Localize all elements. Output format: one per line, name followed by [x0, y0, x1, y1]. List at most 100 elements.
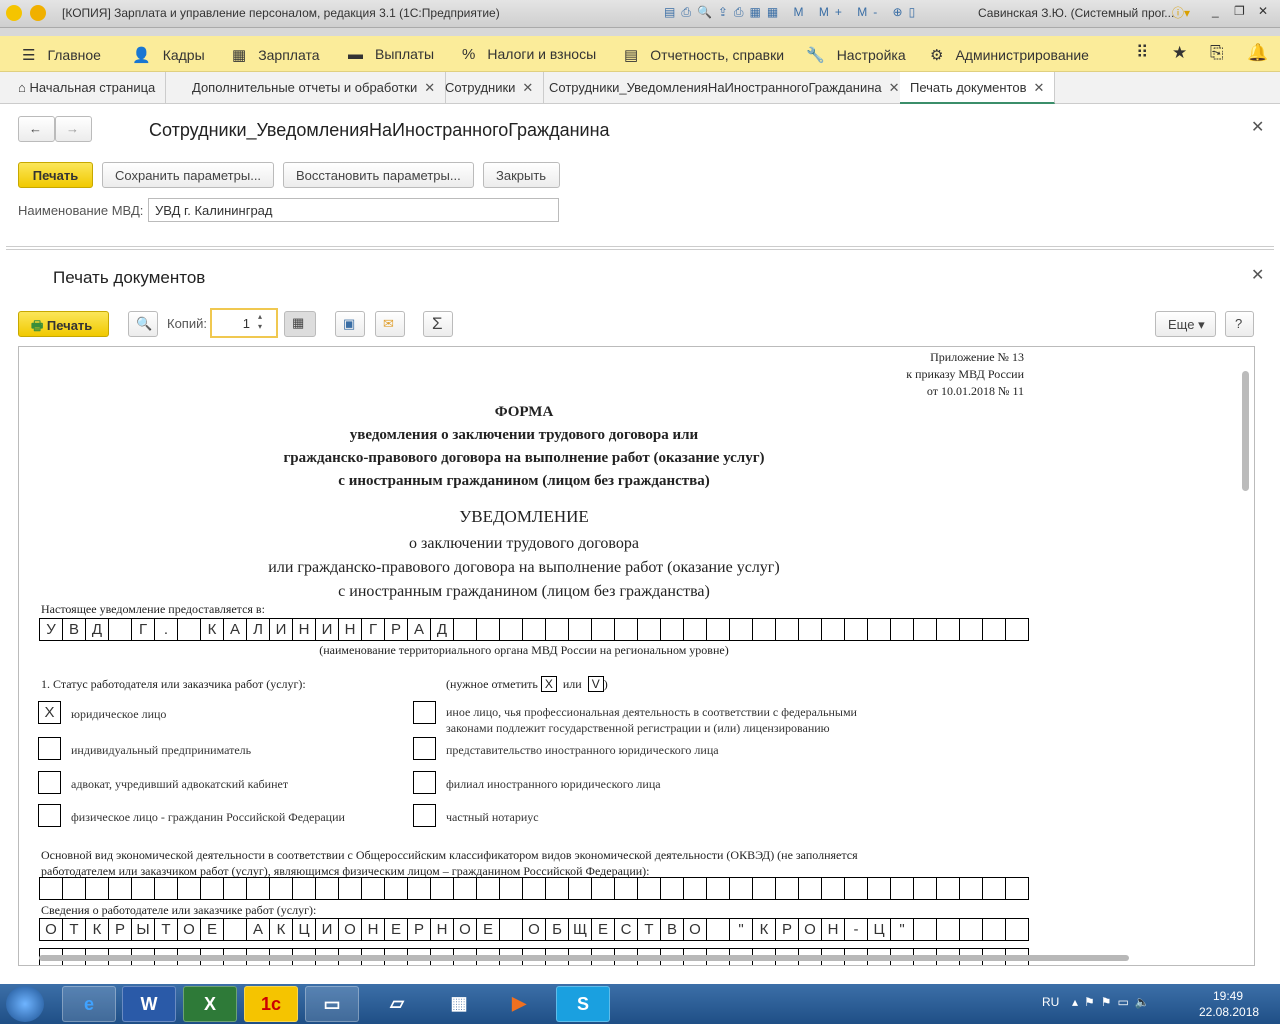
save-button[interactable]: ▣ [335, 311, 365, 337]
tab-print-documents[interactable]: Печать документов ✕ [900, 72, 1056, 104]
checkbox-branch[interactable] [413, 771, 436, 794]
menu-main[interactable]: ☰ Главное [22, 46, 101, 64]
form-cell [937, 918, 960, 941]
notepad-icon[interactable]: ▱ [370, 986, 424, 1022]
checkbox-other-person[interactable] [413, 701, 436, 724]
form-cell [132, 877, 155, 900]
form-cell: И [316, 618, 339, 641]
form-cell: Е [201, 918, 224, 941]
menu-payments[interactable]: ▬ Выплаты [348, 46, 434, 63]
1c-icon[interactable]: 1c [244, 986, 298, 1022]
restore-params-button[interactable]: Восстановить параметры... [283, 162, 474, 188]
copies-input[interactable]: 1 [210, 308, 278, 338]
form-cell [63, 877, 86, 900]
forward-button[interactable]: → [55, 116, 92, 142]
form-cell [684, 877, 707, 900]
calculator-app-icon[interactable]: ▦ [432, 986, 486, 1022]
print-button[interactable]: Печать [18, 162, 93, 188]
tray-icons[interactable]: ▴⚑⚑▭🔈 [1072, 995, 1156, 1009]
menu-admin[interactable]: ⚙ Администрирование [930, 46, 1089, 64]
print-panel-title: Печать документов [53, 268, 206, 287]
back-button[interactable]: ← [18, 116, 55, 142]
close-icon[interactable]: ✕ [522, 80, 533, 95]
edit-table-icon: ▦ [292, 315, 305, 330]
mvd-input[interactable]: УВД г. Калининград [148, 198, 559, 222]
menu-settings[interactable]: 🔧 Настройка [806, 46, 906, 64]
checkbox-notary[interactable] [413, 804, 436, 827]
clock-date[interactable]: 22.08.2018 [1199, 1005, 1259, 1019]
bell-icon[interactable]: 🔔 [1247, 43, 1268, 63]
form-cell: О [684, 918, 707, 941]
envelope-icon: ✉ [383, 316, 394, 331]
word-icon[interactable]: W [122, 986, 176, 1022]
tab-employees[interactable]: Сотрудники ✕ [435, 72, 545, 104]
floppy-icon: ▣ [343, 316, 356, 331]
close-button[interactable]: Закрыть [483, 162, 560, 188]
menu-reports[interactable]: ▤ Отчетность, справки [624, 46, 784, 64]
explorer-icon[interactable]: ▭ [305, 986, 359, 1022]
close-icon[interactable]: ✕ [424, 80, 435, 95]
menu-salary[interactable]: ▦ Зарплата [232, 46, 320, 64]
vertical-scrollbar[interactable] [1242, 371, 1249, 491]
form-cell: К [753, 918, 776, 941]
start-button[interactable] [6, 986, 44, 1022]
close-form-icon[interactable]: ✕ [1251, 117, 1264, 137]
checkbox-lawyer[interactable] [38, 771, 61, 794]
form-cell [569, 618, 592, 641]
form-cell: Д [431, 618, 454, 641]
gear-icon: ⚙ [930, 47, 944, 64]
toolbar-icons[interactable]: ▤⎙🔍⇪⎙▦▦ M M+ M- ⊕▯ [664, 5, 921, 20]
form-cell: " [891, 918, 914, 941]
form-cell [546, 877, 569, 900]
splitter[interactable] [6, 246, 1274, 250]
excel-icon[interactable]: X [183, 986, 237, 1022]
horizontal-scrollbar[interactable] [39, 955, 1129, 961]
subtitle-line: с иностранным гражданином (лицом без гра… [338, 583, 710, 600]
copies-stepper[interactable]: ▴ ▾ [258, 312, 262, 332]
clock-time[interactable]: 19:49 [1213, 989, 1243, 1003]
checkbox-legal-entity[interactable]: X [38, 701, 61, 724]
print-doc-button[interactable]: 🖶 Печать [18, 311, 109, 337]
user-name[interactable]: Савинская З.Ю. (Системный прог... [978, 6, 1174, 20]
form-cell [1006, 618, 1029, 641]
restore-icon[interactable]: ❐ [1234, 4, 1245, 18]
tab-additional-reports[interactable]: Дополнительные отчеты и обработки ✕ [182, 72, 447, 104]
form-cell: К [86, 918, 109, 941]
checkbox-entrepreneur[interactable] [38, 737, 61, 760]
dropdown-menu-icon[interactable] [30, 5, 46, 21]
media-icon[interactable]: ▶ [492, 986, 546, 1022]
submitted-to-caption: (наименование территориального органа МВ… [319, 643, 729, 657]
form-cell: Н [822, 918, 845, 941]
home-icon: ⌂ [18, 80, 30, 95]
ie-icon[interactable]: e [62, 986, 116, 1022]
document-preview[interactable]: Приложение № 13 к приказу МВД России от … [18, 346, 1255, 966]
menu-staff[interactable]: 👤 Кадры [132, 46, 205, 64]
close-window-icon[interactable]: ✕ [1258, 4, 1268, 18]
tab-home[interactable]: ⌂ Начальная страница [8, 72, 167, 104]
skype-icon[interactable]: S [556, 986, 610, 1022]
percent-icon: % [462, 46, 476, 63]
info-icon[interactable]: ⓘ▾ [1172, 4, 1190, 21]
heading-line: с иностранным гражданином (лицом без гра… [338, 473, 710, 489]
form-cell: . [155, 618, 178, 641]
email-button[interactable]: ✉ [375, 311, 405, 337]
star-icon[interactable]: ★ [1172, 43, 1187, 63]
close-icon[interactable]: ✕ [889, 80, 900, 95]
form-cell: Р [109, 918, 132, 941]
help-button[interactable]: ? [1225, 311, 1254, 337]
save-params-button[interactable]: Сохранить параметры... [102, 162, 274, 188]
close-icon[interactable]: ✕ [1034, 80, 1045, 95]
checkbox-representative-office[interactable] [413, 737, 436, 760]
checkbox-individual[interactable] [38, 804, 61, 827]
close-print-icon[interactable]: ✕ [1251, 265, 1264, 285]
menu-taxes[interactable]: % Налоги и взносы [462, 46, 596, 63]
language-indicator[interactable]: RU [1042, 995, 1059, 1009]
apps-grid-icon[interactable]: ⠿ [1136, 43, 1148, 63]
edit-button[interactable]: ▦ [284, 311, 316, 337]
sum-button[interactable]: Σ [423, 311, 453, 337]
tab-notifications[interactable]: Сотрудники_УведомленияНаИностранногоГраж… [539, 72, 911, 104]
minimize-icon[interactable]: _ [1212, 4, 1219, 18]
history-icon[interactable]: ⎘ [1210, 43, 1224, 63]
preview-button[interactable]: 🔍 [128, 311, 158, 337]
more-button[interactable]: Еще ▾ [1155, 311, 1216, 337]
